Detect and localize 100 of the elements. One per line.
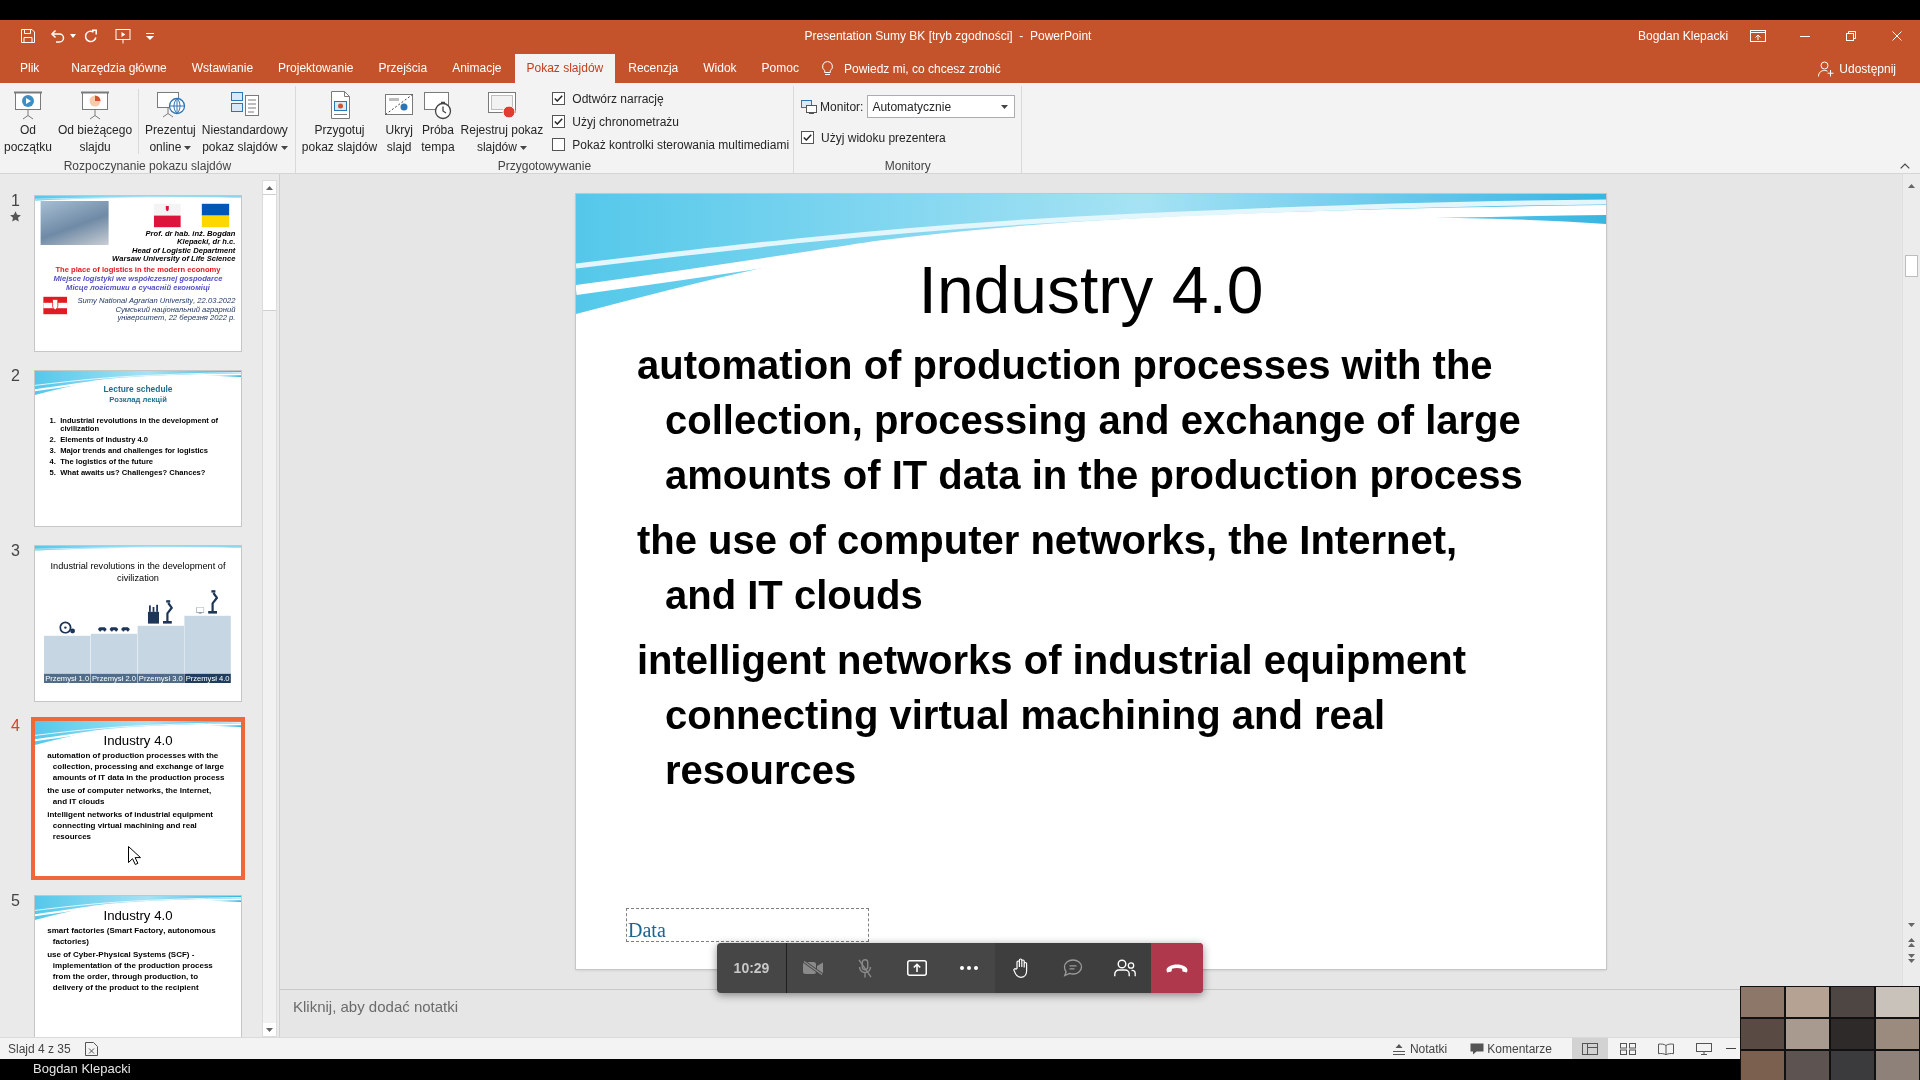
monitors-icon <box>801 99 818 114</box>
caret-down-icon <box>266 1027 273 1032</box>
checkbox[interactable] <box>552 92 566 105</box>
notes-field[interactable]: Kliknij, aby dodać notatki <box>280 990 1739 1037</box>
checkbox-label[interactable]: Pokaż kontrolki sterowania multimediami <box>572 137 790 152</box>
slide-title: Industry 4.0 <box>103 733 173 748</box>
ribbon-button[interactable]: Od początku <box>1 87 56 156</box>
person-plus-icon <box>1818 60 1835 77</box>
slide-number: 4 <box>11 717 20 735</box>
mouse-cursor-icon <box>128 846 141 865</box>
slide-number: 5 <box>11 892 20 910</box>
slide-counter: Slajd 4 z 35 <box>8 1041 71 1056</box>
robot-arm-icon <box>206 589 219 614</box>
slide-number: 2 <box>11 367 20 385</box>
checkbox[interactable] <box>801 131 815 144</box>
ribbon-tab[interactable]: Pomoc <box>749 54 811 83</box>
caret-down-icon <box>1908 923 1915 927</box>
comments-button[interactable]: Komentarze <box>1468 1038 1554 1059</box>
ribbon-tab[interactable]: Wstawianie <box>179 54 266 83</box>
chevron-up-icon[interactable] <box>1900 163 1910 169</box>
book-icon <box>1658 1042 1674 1055</box>
scrollbar[interactable] <box>1902 174 1920 989</box>
lightbulb-icon <box>821 61 833 76</box>
robot-arm-icon <box>161 599 174 624</box>
monitor-dropdown[interactable]: Automatycznie <box>867 95 1016 118</box>
caret-down-icon[interactable] <box>70 34 76 38</box>
slide-title: Lecture schedule <box>103 383 173 394</box>
checkbox-label[interactable]: Odtwórz narrację <box>572 91 664 106</box>
ribbon-tab[interactable]: Widok <box>691 54 749 83</box>
user-name: Bogdan Klepacki <box>1638 29 1730 43</box>
checkbox[interactable] <box>552 115 566 128</box>
more-icon <box>960 966 978 970</box>
save-icon[interactable] <box>20 28 36 44</box>
factory-icon <box>147 604 159 624</box>
participants-button[interactable] <box>1099 943 1151 993</box>
checkbox-label[interactable]: Użyj chronometrażu <box>572 114 679 129</box>
slide-thumbnail[interactable] <box>34 370 242 527</box>
video-placeholder <box>1876 1019 1919 1049</box>
bullet-text: use of Cyber-Physical Systems (SCF) - implementation of the production process from the order, through production, to delivery of the product to the recipient <box>47 948 214 993</box>
caret-down-icon[interactable] <box>146 32 154 40</box>
ribbon-button[interactable]: Przygotuj pokaz slajdów <box>298 87 381 156</box>
slide-thumbnail[interactable] <box>34 895 242 1037</box>
notes-button[interactable]: Notatki <box>1390 1038 1450 1059</box>
double-caret-down-icon <box>1908 953 1915 963</box>
minimize-icon[interactable] <box>1800 35 1810 37</box>
video-placeholder <box>1741 1051 1784 1080</box>
scrollbar-thumb[interactable] <box>263 194 276 311</box>
checkbox-label[interactable]: Użyj widoku prezentera <box>821 130 946 145</box>
slide-title: Industry 4.0 <box>103 908 173 923</box>
slide-title: Industrial revolutions in the development of civilization <box>49 560 227 584</box>
ribbon-tab[interactable]: Plik <box>8 54 52 83</box>
ribbon-button[interactable]: Ukryj slajd <box>380 87 419 156</box>
raise-hand-button[interactable] <box>995 943 1047 993</box>
ribbon-button[interactable]: Prezentuj online <box>142 87 199 156</box>
scrollbar-thumb[interactable] <box>1905 255 1918 277</box>
redo-icon[interactable] <box>84 29 98 43</box>
scroll-down-button[interactable] <box>263 1023 276 1036</box>
scrollbar[interactable] <box>262 180 277 1037</box>
flag-icon <box>153 203 181 228</box>
slide-thumbnail[interactable] <box>31 717 245 880</box>
checkbox[interactable] <box>552 138 566 151</box>
ribbon-tab[interactable]: Pokaz slajdów <box>514 54 616 83</box>
ribbon-button[interactable]: Próba tempa <box>418 87 458 156</box>
restore-icon[interactable] <box>1846 31 1856 41</box>
close-icon[interactable] <box>1892 31 1902 41</box>
ribbon-button[interactable]: Niestandardowy pokaz slajdów <box>198 87 291 156</box>
share-button[interactable]: Udostępnij <box>1814 54 1900 83</box>
ribbon-display-icon[interactable] <box>1750 30 1766 42</box>
view-button[interactable] <box>1572 1038 1608 1059</box>
checkmark-icon <box>803 134 813 141</box>
group-label: Monitory <box>883 160 932 173</box>
infographic-panel <box>44 635 91 674</box>
call-timer: 10:29 <box>717 943 787 993</box>
video-placeholder <box>1876 1051 1919 1080</box>
video-placeholder <box>1786 1019 1829 1049</box>
caret-up-icon <box>266 185 273 190</box>
ribbon-tab[interactable]: Przejścia <box>366 54 440 83</box>
slide-number: 3 <box>11 542 20 560</box>
hang-up-button[interactable] <box>1151 943 1203 993</box>
slide-thumbnail[interactable] <box>34 195 242 352</box>
hand-icon <box>1013 958 1029 978</box>
ribbon-button[interactable]: Rejestruj pokaz slajdów <box>457 87 547 156</box>
ribbon-button[interactable]: Od bieżącego slajdu <box>55 87 136 156</box>
ribbon-tab[interactable]: Narzędzia główne <box>59 54 179 83</box>
caret-down-icon <box>1001 104 1009 109</box>
undo-icon[interactable] <box>49 29 65 43</box>
tell-me-search[interactable]: Powiedz mi, co chcesz zrobić <box>817 54 1005 83</box>
field-label: Monitor: <box>820 99 864 114</box>
scroll-up-button[interactable] <box>263 181 276 194</box>
phone-icon <box>1166 963 1188 973</box>
video-placeholder <box>1831 987 1874 1017</box>
presentation-play-icon[interactable] <box>115 28 131 44</box>
document-x-icon[interactable] <box>84 1041 98 1056</box>
ribbon-tab[interactable]: Recenzja <box>616 54 691 83</box>
ribbon-tab[interactable]: Projektowanie <box>266 54 366 83</box>
ribbon-tab[interactable]: Animacje <box>440 54 514 83</box>
video-placeholder <box>1786 1051 1829 1080</box>
checkmark-icon <box>554 118 564 125</box>
video-placeholder <box>1741 987 1784 1017</box>
infographic-panel <box>184 615 231 674</box>
